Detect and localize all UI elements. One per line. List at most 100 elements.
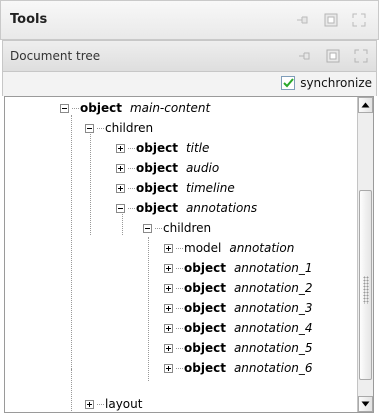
expand-icon[interactable]	[164, 363, 173, 373]
tree-connector	[176, 287, 183, 289]
document-tree[interactable]: object main-content children object titl…	[4, 96, 374, 413]
tree-node[interactable]: object annotation_2	[164, 278, 313, 298]
document-tree-header: Document tree	[2, 40, 377, 72]
scroll-up-button[interactable]	[358, 97, 373, 113]
tree-connector-line	[148, 237, 149, 381]
tree-node[interactable]: object audio	[116, 158, 219, 178]
tree-connector	[176, 267, 183, 269]
node-kind: object	[80, 101, 122, 115]
expand-icon[interactable]	[164, 243, 173, 253]
maximize-icon[interactable]	[352, 13, 366, 27]
node-kind: model	[184, 241, 222, 255]
checkbox[interactable]	[281, 76, 296, 90]
node-kind: object	[136, 201, 178, 215]
tree-node[interactable]: object annotation_3	[164, 298, 313, 318]
tree-connector	[72, 107, 79, 109]
restore-icon[interactable]	[326, 49, 340, 66]
node-name: annotations	[185, 201, 258, 215]
vertical-scrollbar[interactable]	[357, 97, 373, 412]
tree-connector	[128, 207, 135, 209]
synchronize-checkbox[interactable]: synchronize	[281, 76, 372, 90]
tree-node[interactable]: object annotation_1	[164, 258, 313, 278]
node-name: annotation_2	[233, 281, 313, 295]
grip-icon	[363, 276, 369, 304]
tree-node[interactable]: children	[85, 118, 153, 138]
node-kind: object	[184, 341, 226, 355]
tree-connector	[128, 187, 135, 189]
tree-node[interactable]: object title	[116, 138, 209, 158]
scroll-thumb[interactable]	[359, 190, 372, 380]
tree-connector	[176, 307, 183, 309]
tools-panel-title: Tools	[10, 12, 48, 27]
expand-icon[interactable]	[164, 303, 173, 313]
scroll-down-button[interactable]	[358, 396, 373, 412]
tree-connector	[155, 227, 162, 229]
node-name: annotation_4	[233, 321, 313, 335]
restore-icon[interactable]	[324, 13, 338, 27]
node-kind: object	[184, 321, 226, 335]
tree-node[interactable]: object timeline	[116, 178, 235, 198]
tree-node[interactable]: layout	[85, 394, 143, 412]
tree-node[interactable]: object annotation_4	[164, 318, 313, 338]
pin-icon[interactable]	[296, 14, 310, 26]
tree-connector-line	[90, 134, 91, 235]
tree-connector	[176, 247, 183, 249]
tree-node[interactable]: object annotations	[116, 198, 257, 218]
node-kind: object	[136, 161, 178, 175]
node-name: audio	[185, 161, 220, 175]
expand-icon[interactable]	[116, 163, 125, 173]
node-kind: object	[184, 301, 226, 315]
tree-connector	[176, 367, 183, 369]
collapse-icon[interactable]	[85, 123, 94, 133]
node-name: timeline	[185, 181, 235, 195]
tree-connector-line	[71, 115, 72, 371]
tree-node[interactable]: object annotation_5	[164, 338, 313, 358]
collapse-icon[interactable]	[116, 203, 125, 213]
collapse-icon[interactable]	[60, 103, 69, 113]
tree-connector	[176, 327, 183, 329]
node-name: annotation_5	[233, 341, 313, 355]
expand-icon[interactable]	[164, 343, 173, 353]
document-tree-controls	[298, 49, 368, 66]
synchronize-row: synchronize	[2, 72, 377, 96]
expand-icon[interactable]	[164, 263, 173, 273]
tree-connector	[128, 147, 135, 149]
node-kind: object	[184, 361, 226, 375]
arrow-down-icon	[361, 401, 370, 407]
tree-node[interactable]: model annotation	[164, 238, 294, 258]
synchronize-label: synchronize	[300, 76, 372, 90]
arrow-up-icon	[361, 102, 370, 108]
tree-connector	[97, 403, 104, 405]
tools-panel-controls	[296, 13, 366, 27]
tools-panel-header: Tools	[0, 0, 379, 40]
node-name: annotation_1	[233, 261, 313, 275]
checkmark-icon	[282, 78, 294, 88]
node-name: annotation_6	[233, 361, 313, 375]
node-name: title	[185, 141, 210, 155]
node-kind: layout	[105, 397, 143, 411]
node-name: main-content	[129, 101, 211, 115]
tree-node[interactable]: children	[143, 218, 211, 238]
node-name: annotation	[229, 241, 295, 255]
tree-connector	[128, 167, 135, 169]
tree-node[interactable]: object main-content	[60, 98, 210, 118]
node-kind: children	[163, 221, 212, 235]
node-kind: object	[184, 281, 226, 295]
pin-icon[interactable]	[298, 50, 312, 65]
expand-icon[interactable]	[164, 283, 173, 293]
tree-connector-line	[71, 369, 72, 412]
document-tree-title: Document tree	[10, 49, 101, 63]
tree-connector	[97, 127, 104, 129]
expand-icon[interactable]	[164, 323, 173, 333]
maximize-icon[interactable]	[354, 49, 368, 66]
node-kind: children	[105, 121, 154, 135]
node-kind: object	[136, 141, 178, 155]
node-name: annotation_3	[233, 301, 313, 315]
expand-icon[interactable]	[116, 143, 125, 153]
expand-icon[interactable]	[116, 183, 125, 193]
collapse-icon[interactable]	[143, 223, 152, 233]
tree-connector	[176, 347, 183, 349]
node-kind: object	[136, 181, 178, 195]
tree-node[interactable]: object annotation_6	[164, 358, 313, 378]
expand-icon[interactable]	[85, 399, 94, 409]
